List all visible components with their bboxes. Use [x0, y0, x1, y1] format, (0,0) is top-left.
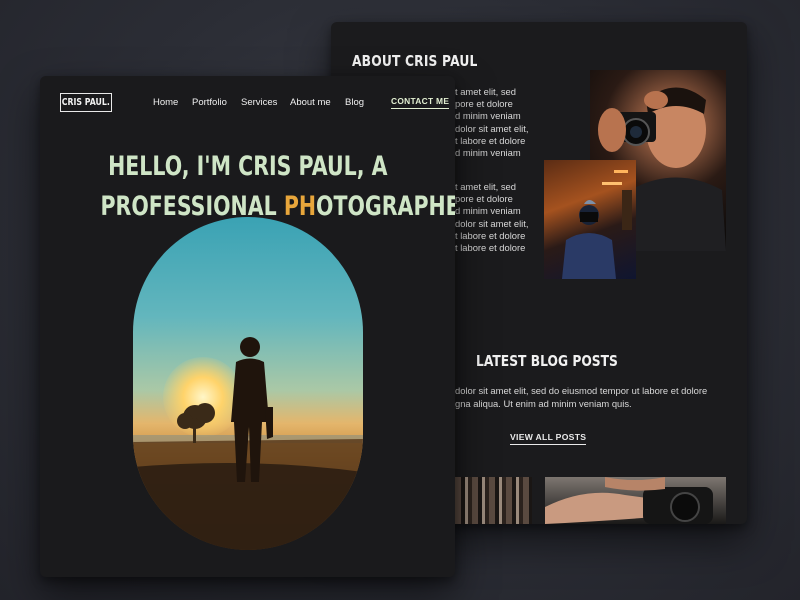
- blog-post-thumbnail[interactable]: [455, 477, 532, 524]
- nav-portfolio[interactable]: Portfolio: [192, 97, 227, 108]
- view-all-posts-link[interactable]: VIEW ALL POSTS: [510, 432, 587, 445]
- blog-text-line: gna aliqua. Ut enim ad minim veniam quis…: [455, 398, 632, 409]
- street-photographer-photo: [544, 160, 636, 279]
- about-paragraph-1: t amet elit, sed pore et dolore d minim …: [455, 86, 528, 159]
- paragraph-line: d minim veniam: [455, 147, 521, 159]
- paragraph-line: dolor sit amet elit,: [455, 122, 529, 134]
- about-section-title: ABOUT CRIS PAUL: [352, 52, 478, 70]
- about-paragraph-2: t amet elit, sed pore et dolore d minim …: [455, 181, 528, 254]
- nav-home[interactable]: Home: [153, 97, 178, 108]
- paragraph-line: pore et dolore: [455, 193, 513, 205]
- paragraph-line: t amet elit, sed: [455, 181, 516, 192]
- nav-about-me[interactable]: About me: [290, 97, 331, 108]
- paragraph-line: d minim veniam: [455, 110, 521, 122]
- paragraph-line: t labore et dolore: [455, 229, 526, 241]
- site-logo[interactable]: CRIS PAUL.: [60, 93, 112, 112]
- paragraph-line: t labore et dolore: [455, 134, 526, 146]
- contact-me-button[interactable]: CONTACT ME: [391, 96, 450, 109]
- blog-intro-text: dolor sit amet elit, sed do eiusmod temp…: [455, 384, 707, 410]
- blog-post-thumbnail[interactable]: [545, 477, 726, 524]
- home-page-card: CRIS PAUL. Home Portfolio Services About…: [40, 76, 455, 577]
- paragraph-line: dolor sit amet elit,: [455, 217, 529, 229]
- blog-text-line: dolor sit amet elit, sed do eiusmod temp…: [455, 385, 708, 396]
- paragraph-line: t labore et dolore: [455, 242, 526, 254]
- paragraph-line: t amet elit, sed: [455, 86, 516, 97]
- paragraph-line: pore et dolore: [455, 98, 513, 110]
- nav-services[interactable]: Services: [241, 97, 277, 108]
- blog-section-title: LATEST BLOG POSTS: [476, 352, 618, 370]
- paragraph-line: d minim veniam: [455, 205, 521, 217]
- hero-sunset-photo: [133, 217, 363, 550]
- nav-blog[interactable]: Blog: [345, 97, 364, 108]
- hero-headline-line-1: HELLO, I'M CRIS PAUL, A: [107, 151, 388, 182]
- headline-highlight: PH: [283, 191, 317, 222]
- hero-headline-line-2: PROFESSIONAL PHOTOGRAPHER.: [100, 191, 455, 222]
